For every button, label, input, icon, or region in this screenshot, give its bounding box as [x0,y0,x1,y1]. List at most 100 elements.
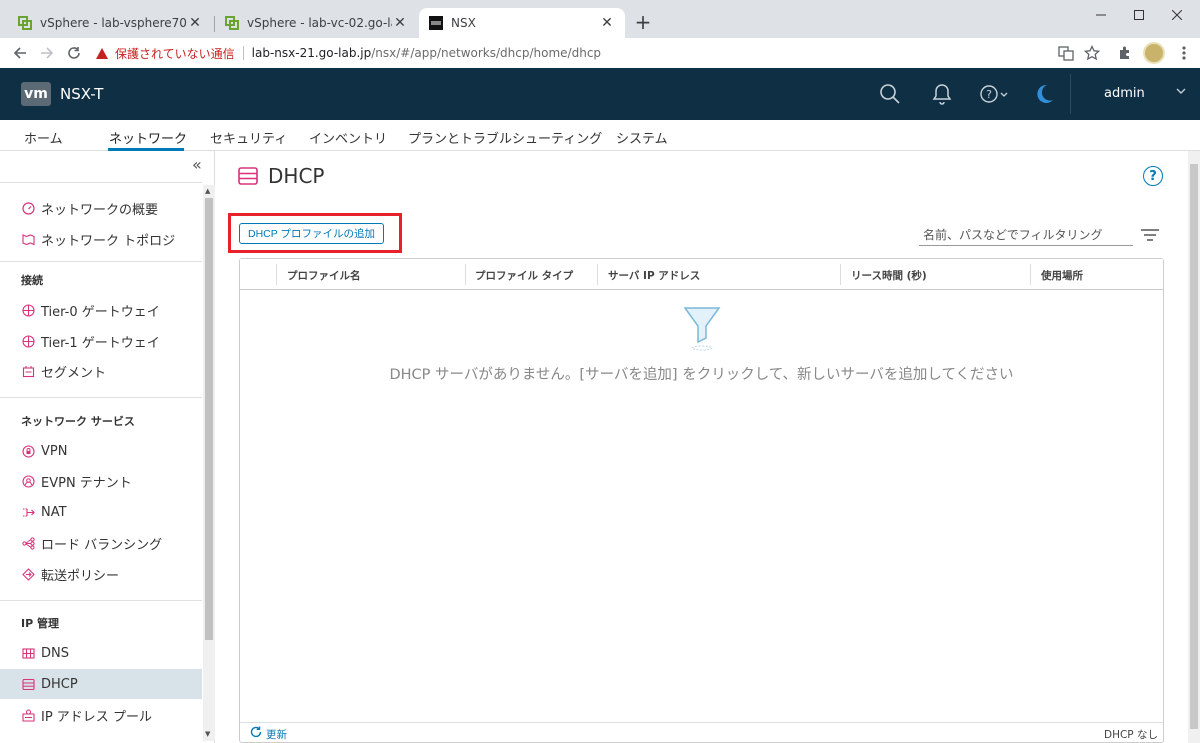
scroll-down-arrow-icon[interactable]: ▼ [205,730,210,738]
gateway-globe-icon [21,334,35,348]
sidebar-divider [0,261,202,262]
browser-tab-nsx[interactable]: NSX ✕ [419,8,625,38]
help-menu-icon[interactable]: ? [980,82,1010,106]
refresh-button[interactable]: 更新 [250,726,287,742]
close-window-icon[interactable] [1154,0,1200,30]
sidebar-scrollbar-thumb[interactable] [205,198,213,640]
user-menu[interactable]: admin [1104,86,1145,101]
column-separator[interactable] [597,264,598,285]
dhcp-server-icon [21,677,35,691]
bookmark-star-icon[interactable] [1082,43,1102,63]
browser-menu-icon[interactable] [1174,43,1194,63]
sidebar-item-nat[interactable]: NAT [0,497,202,527]
column-header-profile-name[interactable]: プロファイル名 [287,268,361,283]
dns-server-icon [21,646,35,660]
dhcp-page-icon [238,167,258,185]
sidebar-item-evpn-tenant[interactable]: EVPN テナント [0,466,202,496]
load-balancer-icon [21,536,35,550]
nsx-favicon-icon [429,16,443,30]
sidebar-item-segments[interactable]: セグメント [0,356,202,386]
nav-tab-plan-troubleshoot[interactable]: プランとトラブルシューティング [408,128,602,147]
back-arrow-icon[interactable] [10,43,30,63]
sidebar-item-label: DNS [41,645,69,661]
product-name: NSX-T [60,85,104,103]
nav-tab-home[interactable]: ホーム [24,128,63,147]
vsphere-favicon-icon [225,16,239,30]
sidebar-item-network-overview[interactable]: ネットワークの概要 [0,193,202,223]
notifications-bell-icon[interactable] [930,82,954,106]
vpn-lock-icon [21,444,35,458]
column-header-lease-time[interactable]: リース時間 (秒) [851,268,927,283]
browser-tab-vsphere-1[interactable]: vSphere - lab-vsphere70-02-nsxt ✕ [8,8,213,38]
not-secure-label: 保護されていない通信 [115,46,235,61]
sidebar-item-ip-address-pool[interactable]: IP アドレス プール [0,700,202,730]
sidebar-item-tier1-gateway[interactable]: Tier-1 ゲートウェイ [0,326,202,356]
translate-icon[interactable] [1056,43,1076,63]
close-tab-icon[interactable]: ✕ [187,15,203,31]
sidebar-item-label: セグメント [41,365,107,381]
not-secure-warning[interactable]: 保護されていない通信 [96,45,235,62]
profile-avatar[interactable] [1143,42,1165,64]
sidebar-divider [0,397,202,398]
column-header-profile-type[interactable]: プロファイル タイプ [475,268,573,283]
url-text: lab-nsx-21.go-lab.jp/nsx/#/app/networks/… [252,46,601,60]
sidebar-item-forwarding-policy[interactable]: 転送ポリシー [0,559,202,589]
sidebar-item-load-balancing[interactable]: ロード バランシング [0,528,202,558]
segment-icon [21,364,35,378]
gateway-globe-icon [21,303,35,317]
empty-state-message: DHCP サーバがありません。[サーバを追加] をクリックして、新しいサーバを追… [389,367,1014,383]
nav-tab-inventory[interactable]: インベントリ [309,128,387,147]
filter-lines-icon[interactable] [1140,228,1160,242]
browser-tab-vsphere-2[interactable]: vSphere - lab-vc-02.go-lab.jp - U ✕ [215,8,418,38]
datagrid-header [240,259,1163,290]
add-dhcp-profile-button[interactable]: DHCP プロファイルの追加 [239,223,384,244]
page-title: DHCP [268,164,325,188]
filter-input[interactable] [919,224,1133,246]
scroll-up-arrow-icon[interactable]: ▲ [205,187,210,195]
sidebar-item-dns[interactable]: DNS [0,638,202,668]
evpn-tenant-icon [21,474,35,488]
nav-tab-security[interactable]: セキュリティ [210,128,287,147]
app-header [0,68,1200,120]
dark-mode-moon-icon[interactable] [1032,82,1056,106]
browser-tab-title: vSphere - lab-vsphere70-02-nsxt [40,16,187,30]
chevron-down-icon[interactable] [1176,86,1186,99]
omnibox-separator [242,46,244,60]
column-separator[interactable] [1030,264,1031,285]
page-scrollbar-thumb[interactable] [1190,164,1198,729]
search-icon[interactable] [878,82,902,106]
address-bar[interactable]: 保護されていない通信 lab-nsx-21.go-lab.jp/nsx/#/ap… [96,41,1106,65]
nav-tab-networking[interactable]: ネットワーク [109,128,187,147]
new-tab-button[interactable]: + [633,12,653,32]
help-icon[interactable]: ? [1143,166,1163,186]
close-tab-icon[interactable]: ✕ [392,15,408,31]
forward-arrow-icon[interactable] [37,43,57,63]
collapse-sidebar-icon[interactable]: « [192,155,202,174]
sidebar-item-network-topology[interactable]: ネットワーク トポロジ [0,224,202,254]
url-path: /nsx/#/app/networks/dhcp/home/dhcp [371,46,602,60]
nav-tab-system[interactable]: システム [616,128,668,147]
column-separator[interactable] [840,264,841,285]
topology-map-icon [21,232,35,246]
refresh-icon [250,726,262,742]
url-host: lab-nsx-21.go-lab.jp [251,46,372,60]
close-tab-icon[interactable]: ✕ [599,15,615,31]
column-separator[interactable] [465,264,466,285]
column-header-server-ip[interactable]: サーバ IP アドレス [608,268,700,283]
item-count: DHCP なし [1104,729,1158,741]
browser-tab-title: vSphere - lab-vc-02.go-lab.jp - U [247,16,392,30]
sidebar-item-label: Tier-1 ゲートウェイ [41,335,160,351]
sidebar-group-network-services: ネットワーク サービス [21,415,135,428]
reload-icon[interactable] [64,43,84,63]
svg-text:?: ? [986,88,992,101]
warning-icon [96,47,108,59]
sidebar-item-label: VPN [41,443,68,459]
sidebar-item-label: EVPN テナント [41,475,132,491]
sidebar-item-tier0-gateway[interactable]: Tier-0 ゲートウェイ [0,295,202,325]
sidebar-item-vpn[interactable]: VPN [0,436,202,466]
extensions-icon[interactable] [1115,43,1135,63]
column-header-where-used[interactable]: 使用場所 [1041,268,1083,283]
sidebar-item-dhcp[interactable]: DHCP [0,669,202,699]
sidebar-item-label: DHCP [41,676,78,692]
ip-pool-icon [21,708,35,722]
